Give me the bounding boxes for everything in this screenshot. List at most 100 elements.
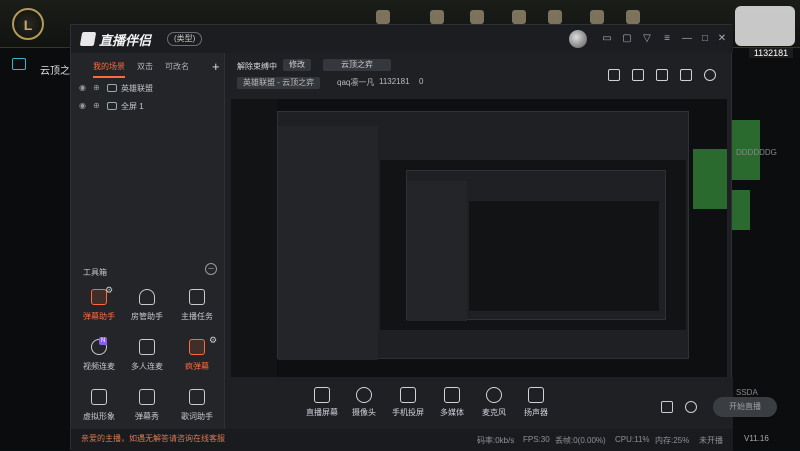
download-icon xyxy=(139,389,155,405)
edit-title-button[interactable]: 修改 xyxy=(283,59,311,71)
scene-tabs: 我的场景 双击 可改名 + xyxy=(71,57,225,78)
record-icon[interactable] xyxy=(661,401,673,413)
game-topbar-icon xyxy=(430,10,444,24)
game-topbar-icon xyxy=(376,10,390,24)
tool-danmaku-show[interactable]: 弹幕秀 xyxy=(127,389,167,433)
likes-count: 0 xyxy=(419,77,424,86)
new-tag: N xyxy=(99,337,108,345)
bitrate: 码率:0kb/s xyxy=(477,436,515,445)
game-source-icon xyxy=(107,84,117,92)
lyrics-icon xyxy=(189,389,205,405)
tool-streamer-tasks[interactable]: 主播任务 xyxy=(177,289,217,333)
preview-nested-sidebar-2 xyxy=(407,181,467,321)
camera-button[interactable]: 摄像头 xyxy=(343,387,385,418)
tool-label: 房管助手 xyxy=(131,312,163,321)
gear-icon[interactable]: ⚙ xyxy=(209,335,217,346)
game-green-block xyxy=(730,190,750,230)
preview-nested-window-2 xyxy=(406,170,666,321)
tab-my-scenes[interactable]: 我的场景 xyxy=(93,61,125,72)
app-type-badge[interactable]: (类型) xyxy=(167,32,203,46)
bottom-toolbar: 直播屏幕 摄像头 手机投屏 多媒体 麦克风 扬声器 开始直播 xyxy=(225,377,777,429)
scene-sidebar: 我的场景 双击 可改名 + ◉ ⊕ 英雄联盟 ◉ ⊕ 全屏 1 工具箱 – 弹幕… xyxy=(71,53,225,451)
tool-lyrics-assistant[interactable]: 歌词助手 xyxy=(177,389,217,433)
dropped-frames: 丢帧:0(0.00%) xyxy=(555,436,606,445)
message-icon[interactable]: ▭ xyxy=(601,33,613,45)
microphone-icon xyxy=(486,387,502,403)
button-label: 多媒体 xyxy=(440,408,464,417)
tab-double-click[interactable]: 双击 xyxy=(137,61,153,72)
layout-icon[interactable] xyxy=(656,69,668,81)
lock-icon[interactable]: ⊕ xyxy=(93,84,103,92)
tab-renamable[interactable]: 可改名 xyxy=(165,61,189,72)
game-right-text: DDDDDDG xyxy=(736,148,777,157)
button-label: 手机投屏 xyxy=(392,408,424,417)
shirt-icon[interactable]: ▽ xyxy=(641,33,653,45)
gear-icon[interactable]: ⚙ xyxy=(105,285,113,296)
monitor-icon xyxy=(314,387,330,403)
download-icon xyxy=(91,389,107,405)
tool-video-link[interactable]: 视频连麦 xyxy=(79,339,119,383)
add-scene-button[interactable]: + xyxy=(212,60,220,73)
game-client-left-panel xyxy=(0,48,72,450)
source-item[interactable]: ◉ ⊕ 全屏 1 xyxy=(79,99,144,113)
microphone-button[interactable]: 麦克风 xyxy=(473,387,515,418)
preview-nested-screen-2 xyxy=(469,201,659,311)
eye-icon[interactable]: ◉ xyxy=(79,84,89,92)
tool-label: 弹幕助手 xyxy=(83,312,115,321)
avatar[interactable] xyxy=(569,30,587,48)
user-icon xyxy=(139,289,155,305)
lock-icon[interactable] xyxy=(632,69,644,81)
gift-icon[interactable]: ▢ xyxy=(621,33,633,45)
live-companion-window: 直播伴侣 (类型) ▭ ▢ ▽ ≡ — □ ✕ 我的场景 双击 可改名 + ◉ … xyxy=(70,24,777,451)
tool-label: 多人连麦 xyxy=(131,362,163,371)
stream-state: 未开播 xyxy=(699,436,723,445)
start-live-button[interactable]: 开始直播 xyxy=(713,397,777,417)
tool-label: 主播任务 xyxy=(181,312,213,321)
game-select[interactable]: 云顶之弈 xyxy=(323,59,391,71)
play-icon xyxy=(444,387,460,403)
phone-cast-button[interactable]: 手机投屏 xyxy=(387,387,429,418)
game-right-text: SSDA xyxy=(736,388,758,397)
preview-nested-sidebar xyxy=(278,126,378,360)
preview-green-block xyxy=(693,149,727,209)
screen-capture-button[interactable]: 直播屏幕 xyxy=(301,387,343,418)
toolbox-collapse-icon[interactable]: – xyxy=(205,263,217,275)
source-label: 英雄联盟 xyxy=(121,83,153,93)
close-icon[interactable]: ✕ xyxy=(716,33,728,45)
tool-room-manager[interactable]: 房管助手 xyxy=(127,289,167,333)
app-name: 直播伴侣 xyxy=(99,32,152,48)
speaker-button[interactable]: 扬声器 xyxy=(515,387,557,418)
preview-nested-window xyxy=(277,111,689,360)
title-bar: 直播伴侣 (类型) ▭ ▢ ▽ ≡ — □ ✕ xyxy=(71,25,733,53)
live-preview[interactable] xyxy=(231,99,727,377)
settings-icon[interactable] xyxy=(685,401,697,413)
status-bar: 亲爱的主播，如遇无解答请咨询在线客服 码率:0kb/s FPS:30 丢帧:0(… xyxy=(71,429,733,451)
toolbox-title: 工具箱 xyxy=(83,268,107,277)
share-screen-icon[interactable] xyxy=(608,69,620,81)
button-label: 摄像头 xyxy=(352,408,376,417)
download-icon xyxy=(139,339,155,355)
tool-multi-link[interactable]: 多人连麦 xyxy=(127,339,167,383)
room-id-badge: 1132181 xyxy=(749,48,793,58)
bell-icon[interactable] xyxy=(680,69,692,81)
game-tab-label: 云顶之 xyxy=(40,66,70,77)
category-select[interactable]: 英雄联盟 - 云顶之弈 xyxy=(237,77,321,89)
menu-icon[interactable]: ≡ xyxy=(661,33,673,45)
button-label: 直播屏幕 xyxy=(306,408,338,417)
game-topbar-icon xyxy=(548,10,562,24)
tool-virtual-avatar[interactable]: 虚拟形象 xyxy=(79,389,119,433)
active-tab-indicator xyxy=(93,76,125,78)
lock-icon[interactable]: ⊕ xyxy=(93,102,103,110)
task-icon xyxy=(189,289,205,305)
maximize-icon[interactable]: □ xyxy=(699,33,711,45)
camera-icon xyxy=(356,387,372,403)
eye-icon[interactable]: ◉ xyxy=(79,102,89,110)
media-button[interactable]: 多媒体 xyxy=(431,387,473,418)
share-icon[interactable] xyxy=(704,69,716,81)
app-logo: 直播伴侣 xyxy=(79,30,152,48)
fullscreen-source-icon xyxy=(107,102,117,110)
source-item[interactable]: ◉ ⊕ 英雄联盟 xyxy=(79,81,153,95)
game-topbar-icon xyxy=(590,10,604,24)
minimize-icon[interactable]: — xyxy=(681,33,693,45)
button-label: 麦克风 xyxy=(482,408,506,417)
